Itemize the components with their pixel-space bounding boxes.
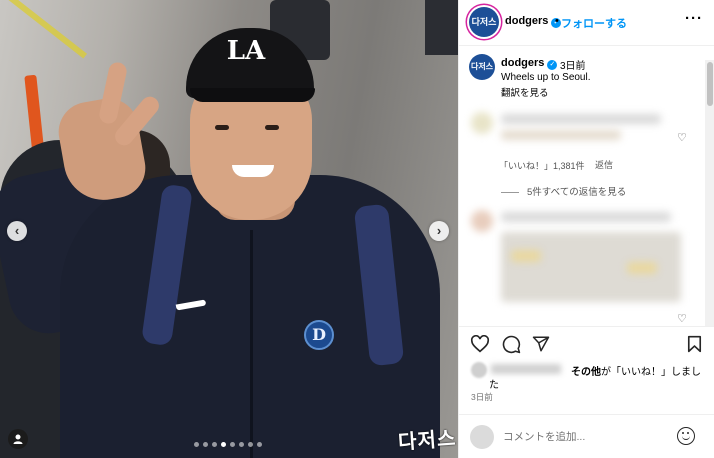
photo-dodgers-badge: D <box>304 320 334 350</box>
post-timestamp[interactable]: 3日前 <box>471 391 493 403</box>
photo-background-person <box>425 0 458 55</box>
comment-reply-button[interactable]: 返信 <box>595 158 613 171</box>
carousel-dot <box>221 442 226 447</box>
caption-avatar[interactable]: 다저스 <box>469 54 495 80</box>
current-user-avatar <box>470 425 494 449</box>
like-icon[interactable] <box>470 335 490 353</box>
scrollbar-thumb[interactable] <box>707 62 713 106</box>
more-options-icon[interactable]: ··· <box>685 10 703 27</box>
photo-eye <box>265 125 279 130</box>
likes-text-rest: が「いいね！」しまし <box>601 367 701 378</box>
emoji-icon[interactable] <box>677 427 695 445</box>
follow-button[interactable]: フォローする <box>561 15 627 31</box>
view-replies-link[interactable]: 5件すべての返信を見る <box>501 184 626 198</box>
comment-composer <box>459 414 714 458</box>
comment-emoji <box>627 262 657 274</box>
share-icon[interactable] <box>532 335 550 353</box>
header-separator: • <box>555 15 559 27</box>
comment-text <box>501 130 621 140</box>
comment-input[interactable] <box>503 426 663 448</box>
carousel-dot <box>203 442 208 447</box>
carousel-next-button[interactable]: › <box>429 221 449 241</box>
post-actions <box>459 326 714 360</box>
comment-like-icon[interactable]: ♡ <box>677 312 687 325</box>
account-name[interactable]: dodgers ✓ <box>505 15 562 28</box>
comments-scrollbar[interactable] <box>705 60 714 326</box>
account-avatar[interactable]: 다저스 <box>469 7 499 37</box>
likes-others-link[interactable]: その他 <box>571 367 601 378</box>
carousel-dots <box>194 442 262 447</box>
comment-avatar[interactable] <box>471 210 493 232</box>
caption-account-name-text[interactable]: dodgers <box>501 57 544 69</box>
likes-text-wrap: た <box>489 380 499 391</box>
verified-badge-icon: ✓ <box>547 60 558 70</box>
comment-text <box>501 212 671 222</box>
photo-watermark: 다저스 <box>397 427 458 454</box>
account-name-text[interactable]: dodgers <box>505 15 548 27</box>
caption-account-name[interactable]: dodgers ✓ <box>501 57 558 70</box>
photo-eye <box>215 125 229 130</box>
photo-zipper <box>250 230 253 458</box>
tagged-user-button[interactable] <box>8 429 28 449</box>
comment-like-icon[interactable]: ♡ <box>677 131 687 144</box>
carousel-dot <box>230 442 235 447</box>
post-caption: 다저스 dodgers ✓ 3日前 Wheels up to Seoul. 翻訳を… <box>459 46 714 108</box>
likes-text[interactable]: その他が「いいね！」しまし <box>571 363 701 378</box>
photo-smile <box>232 165 274 177</box>
comment-avatar[interactable] <box>471 112 493 134</box>
post-sidebar: 다저스 dodgers ✓ • フォローする ··· 다저스 dodgers ✓ 3… <box>458 0 714 458</box>
caption-time[interactable]: 3日前 <box>560 57 586 72</box>
liker-avatar[interactable] <box>471 362 487 378</box>
carousel-dot <box>239 442 244 447</box>
carousel-prev-button[interactable]: ‹ <box>7 221 27 241</box>
user-icon <box>13 434 23 444</box>
comment-icon[interactable] <box>502 335 521 354</box>
liker-name[interactable] <box>491 364 561 374</box>
comment-emoji <box>511 250 541 262</box>
post-header: 다저스 dodgers ✓ • フォローする ··· <box>459 0 714 46</box>
photo-cap-brim <box>190 88 315 102</box>
carousel-dot <box>257 442 262 447</box>
bookmark-icon[interactable] <box>687 335 702 353</box>
comment-likes-count[interactable]: 「いいね！」1,381件 <box>499 159 585 172</box>
caption-text: Wheels up to Seoul. <box>501 72 591 83</box>
carousel-dot <box>248 442 253 447</box>
photo-cap-logo: LA <box>226 36 266 66</box>
carousel-dot <box>194 442 199 447</box>
comment-text <box>501 114 661 124</box>
post-photo[interactable]: LA D 다저스 ‹ › <box>0 0 458 458</box>
carousel-dot <box>212 442 217 447</box>
translate-link[interactable]: 翻訳を見る <box>501 85 549 99</box>
